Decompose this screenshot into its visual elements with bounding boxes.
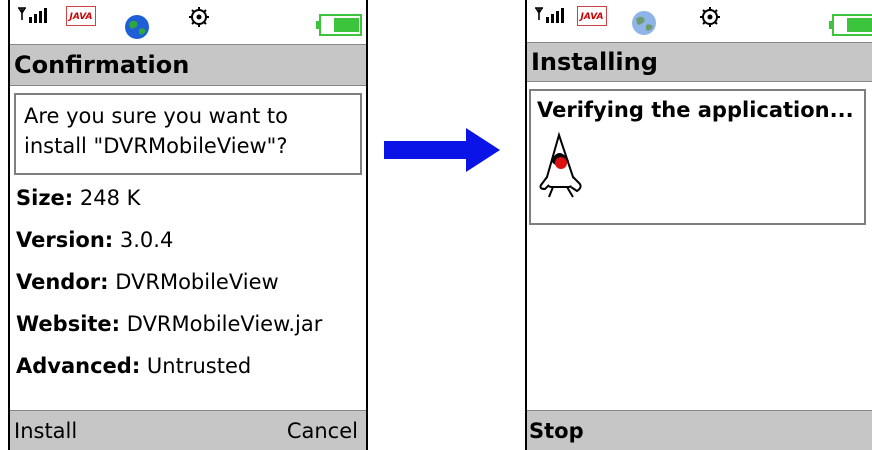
detail-value: DVRMobileView.jar <box>126 312 323 336</box>
detail-label: Version: <box>16 228 114 252</box>
confirmation-message: Are you sure you want to install "DVRMob… <box>14 93 362 175</box>
detail-label: Size: <box>16 186 74 210</box>
install-softkey[interactable]: Install <box>14 418 77 444</box>
battery-icon <box>829 14 872 36</box>
installing-screen: JAVA Installing Verifying the applicatio… <box>525 0 872 450</box>
arrow-icon <box>384 128 500 172</box>
stop-softkey[interactable]: Stop <box>529 418 584 444</box>
detail-label: Advanced: <box>16 354 141 378</box>
java-duke-icon <box>539 131 582 198</box>
java-icon: JAVA <box>577 6 607 26</box>
detail-size: Size: 248 K <box>16 184 140 212</box>
settings-icon <box>700 7 720 27</box>
page-title: Confirmation <box>10 44 366 86</box>
verifying-message: Verifying the application... <box>537 98 854 122</box>
softkey-bar: Stop <box>527 410 872 450</box>
detail-label: Website: <box>16 312 121 336</box>
signal-icon <box>18 7 47 23</box>
softkey-bar: Install Cancel <box>10 410 366 450</box>
detail-value: DVRMobileView <box>115 270 279 294</box>
detail-value: 248 K <box>79 186 141 210</box>
detail-value: 3.0.4 <box>119 228 174 252</box>
page-title: Installing <box>527 42 872 82</box>
confirmation-screen: JAVA Confirmation Are you sure you want … <box>8 0 368 450</box>
detail-vendor: Vendor: DVRMobileView <box>16 268 279 296</box>
question-line-1: Are you sure you want to <box>24 104 289 128</box>
detail-version: Version: 3.0.4 <box>16 226 173 254</box>
signal-icon <box>535 7 564 23</box>
globe-icon <box>632 11 656 35</box>
java-icon: JAVA <box>66 6 96 26</box>
battery-icon <box>316 14 362 36</box>
cancel-softkey[interactable]: Cancel <box>287 418 358 444</box>
detail-value: Untrusted <box>146 354 252 378</box>
detail-label: Vendor: <box>16 270 109 294</box>
detail-website: Website: DVRMobileView.jar <box>16 310 322 338</box>
detail-advanced: Advanced: Untrusted <box>16 352 251 380</box>
question-line-2: install "DVRMobileView"? <box>24 134 288 158</box>
status-bar: JAVA <box>10 0 366 44</box>
settings-icon <box>189 7 209 27</box>
progress-panel: Verifying the application... <box>529 89 866 225</box>
globe-icon <box>125 15 149 39</box>
status-bar: JAVA <box>527 0 872 44</box>
